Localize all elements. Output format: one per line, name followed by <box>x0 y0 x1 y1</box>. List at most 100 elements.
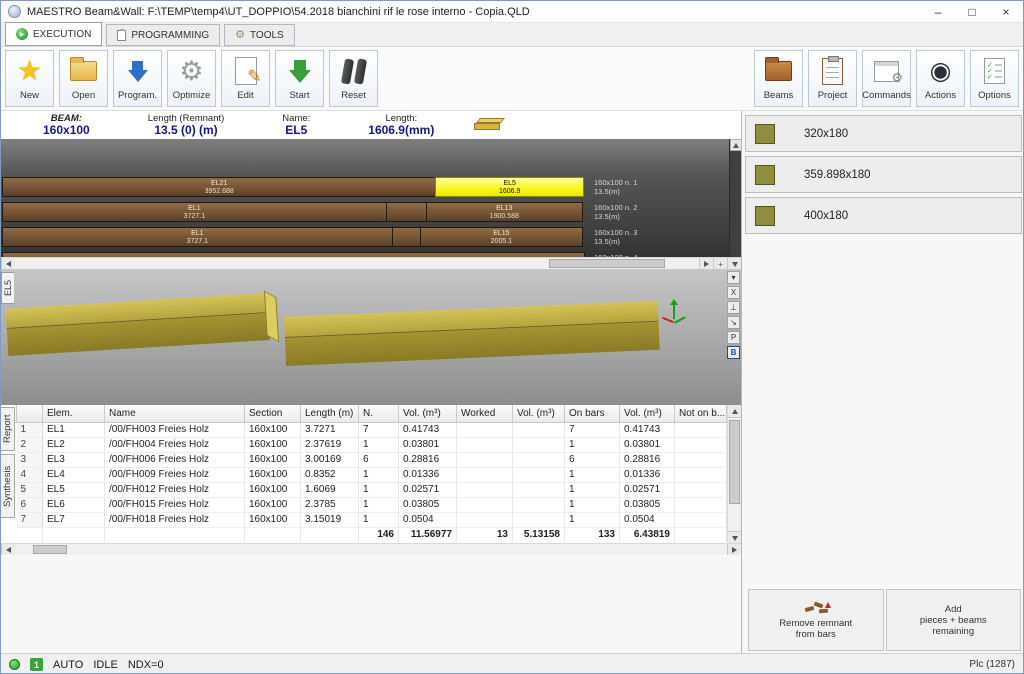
commands-button[interactable]: ⚙ Commands <box>862 50 911 107</box>
beams-folder-icon <box>765 61 792 81</box>
viewer-3d[interactable]: EL5 ▾ X ⊥ ↘ PB <box>1 269 741 405</box>
column-header[interactable]: Not on b... <box>675 405 727 422</box>
tab-tools[interactable]: ⚙ TOOLS <box>224 24 295 46</box>
table-cell <box>675 512 727 527</box>
reset-button[interactable]: Reset <box>329 50 378 107</box>
new-button-label: New <box>20 90 39 101</box>
action-buttons: Remove remnant from bars Add pieces + be… <box>748 589 1021 651</box>
table-cell: 4 <box>17 467 43 482</box>
beam-view-hscrollbar[interactable]: + <box>1 257 741 269</box>
table-row[interactable]: 3EL3/00/FH006 Freies Holz160x1003.001696… <box>17 452 727 467</box>
column-header[interactable]: On bars <box>565 405 620 422</box>
beam-view-vscrollbar[interactable] <box>729 139 741 257</box>
view3d-button-dropdown[interactable]: ▾ <box>727 271 740 284</box>
column-header[interactable]: Worked <box>457 405 513 422</box>
beam-list-item[interactable]: 359.898x180 <box>745 156 1022 193</box>
beam-segment[interactable]: EL13727.1 <box>2 227 393 247</box>
table-row[interactable]: 4EL4/00/FH009 Freies Holz160x1000.835210… <box>17 467 727 482</box>
beam-segment[interactable]: EL213952.688 <box>2 177 436 197</box>
remove-remnant-button[interactable]: Remove remnant from bars <box>748 589 884 651</box>
table-cell: 0.41743 <box>620 422 675 437</box>
table-scroll-up-icon[interactable] <box>728 405 742 418</box>
column-header[interactable]: Section <box>245 405 301 422</box>
tab-synthesis[interactable]: Synthesis <box>1 454 15 518</box>
view3d-button-plan-view[interactable]: P <box>727 331 740 344</box>
program-button[interactable]: Program. <box>113 50 162 107</box>
beam-segment[interactable] <box>386 202 427 222</box>
beam-3d-right[interactable] <box>284 301 660 366</box>
scroll-up-icon[interactable] <box>730 139 742 151</box>
segment-length: 1606.9 <box>499 188 520 195</box>
view3d-button-beam-view[interactable]: B <box>727 346 740 359</box>
add-pieces-button[interactable]: Add pieces + beams remaining <box>886 589 1022 651</box>
totals-cell <box>245 527 301 542</box>
table-hscrollbar[interactable] <box>1 543 741 555</box>
column-header[interactable]: Vol. (m³) <box>399 405 457 422</box>
table-row[interactable]: 5EL5/00/FH012 Freies Holz160x1001.606910… <box>17 482 727 497</box>
start-button[interactable]: Start <box>275 50 324 107</box>
table-row[interactable]: 6EL6/00/FH015 Freies Holz160x1002.378510… <box>17 497 727 512</box>
project-button[interactable]: Project <box>808 50 857 107</box>
edit-button[interactable]: ✎ Edit <box>221 50 270 107</box>
maximize-button[interactable]: □ <box>955 1 989 22</box>
table-vscrollbar[interactable] <box>727 405 741 544</box>
tab-execution[interactable]: ▶ EXECUTION <box>5 22 102 46</box>
table-row[interactable]: 1EL1/00/FH003 Freies Holz160x1003.727170… <box>17 422 727 437</box>
close-button[interactable]: × <box>989 1 1023 22</box>
table-hscroll-thumb[interactable] <box>33 545 67 554</box>
beam-list-item[interactable]: 400x180 <box>745 197 1022 234</box>
table-row[interactable]: 2EL2/00/FH004 Freies Holz160x1002.376191… <box>17 437 727 452</box>
beam-bar[interactable]: EL13727.1 EL152005.1 <box>3 227 586 247</box>
tab-programming[interactable]: PROGRAMMING <box>106 24 220 46</box>
table-hscroll-track[interactable] <box>15 544 727 555</box>
column-header[interactable] <box>17 405 43 422</box>
open-button[interactable]: Open <box>59 50 108 107</box>
beam-segment[interactable]: EL13727.1 <box>2 202 387 222</box>
optimize-button-label: Optimize <box>173 90 210 101</box>
name-value: EL5 <box>285 124 307 137</box>
column-header[interactable]: Name <box>105 405 245 422</box>
beam-bar-row: EL13727.1EL131900.588160x100 n. 213.5(m) <box>3 202 741 222</box>
view3d-button-iso-view[interactable]: ↘ <box>727 316 740 329</box>
table-cell: 2.3785 <box>301 497 359 512</box>
minimize-button[interactable]: – <box>921 1 955 22</box>
tab-report[interactable]: Report <box>1 407 15 451</box>
actions-button[interactable]: ◉ Actions <box>916 50 965 107</box>
beam-bar[interactable]: EL13727.1 EL131900.588 <box>3 202 586 222</box>
table-cell: 160x100 <box>245 437 301 452</box>
view3d-button-x-axis[interactable]: X <box>727 286 740 299</box>
beam-segment[interactable]: EL131900.588 <box>426 202 583 222</box>
beam-segment[interactable] <box>392 227 421 247</box>
options-button[interactable]: Options <box>970 50 1019 107</box>
table-cell: 3.7271 <box>301 422 359 437</box>
optimize-button[interactable]: ⚙ Optimize <box>167 50 216 107</box>
column-header[interactable]: N. <box>359 405 399 422</box>
table-cell: 6 <box>565 452 620 467</box>
beams-button[interactable]: Beams <box>754 50 803 107</box>
new-button[interactable]: ★ New <box>5 50 54 107</box>
segment-length: 2005.1 <box>491 238 512 245</box>
table-cell <box>513 467 565 482</box>
table-row[interactable]: 7EL7/00/FH018 Freies Holz160x1003.150191… <box>17 512 727 527</box>
table-cell: 0.03805 <box>399 497 457 512</box>
table-vscroll-thumb[interactable] <box>729 420 740 504</box>
table-cell: 1 <box>359 437 399 452</box>
bar-info-label: 160x100 n. 313.5(m) <box>594 228 637 246</box>
viewer-tab-el5[interactable]: EL5 <box>1 272 14 304</box>
view3d-button-perpendicular-view[interactable]: ⊥ <box>727 301 740 314</box>
beam-hscroll-track[interactable] <box>15 258 699 269</box>
beam-segment-selected[interactable]: EL51606.9 <box>435 177 584 197</box>
beam-3d-left[interactable] <box>6 293 270 356</box>
column-header[interactable]: Vol. (m³) <box>513 405 565 422</box>
beam-bar[interactable]: EL213952.688EL51606.9 <box>3 177 586 197</box>
tools-gear-icon: ⚙ <box>235 30 245 41</box>
table-cell: EL3 <box>43 452 105 467</box>
column-header[interactable]: Vol. (m³) <box>620 405 675 422</box>
status-green-icon <box>9 659 20 670</box>
column-header[interactable]: Elem. <box>43 405 105 422</box>
beam-list-item[interactable]: 320x180 <box>745 115 1022 152</box>
beam-segment[interactable]: EL152005.1 <box>420 227 583 247</box>
empty-area <box>1 555 741 653</box>
column-header[interactable]: Length (m) <box>301 405 359 422</box>
beam-hscroll-thumb[interactable] <box>549 259 665 268</box>
